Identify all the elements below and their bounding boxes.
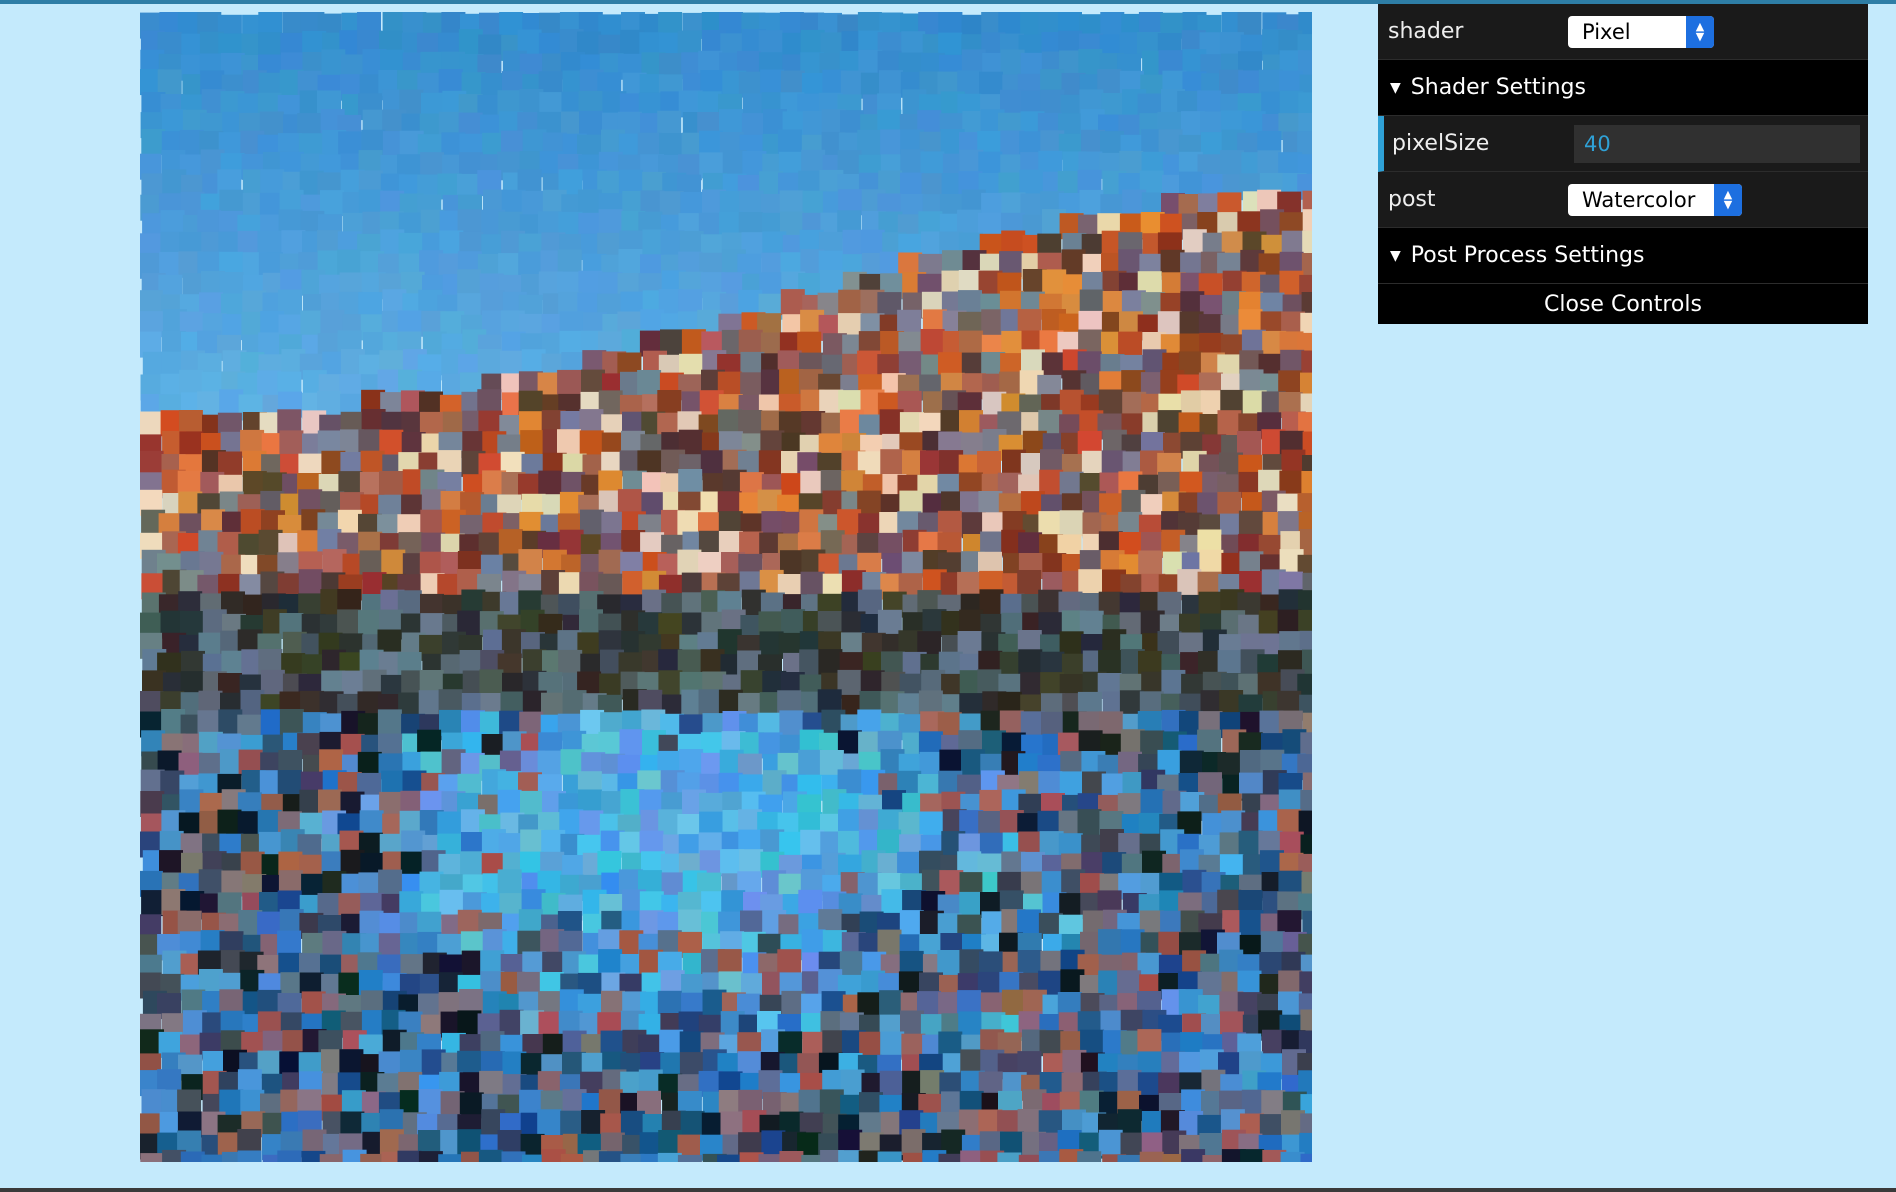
post-select[interactable]: Watercolor ▲ ▼: [1568, 183, 1742, 216]
controls-panel: shader Pixel ▲ ▼ ▼ Shader Settings pixelS…: [1378, 4, 1868, 324]
render-canvas[interactable]: [140, 12, 1312, 1162]
post-process-settings-folder[interactable]: ▼ Post Process Settings: [1378, 228, 1868, 284]
shader-select-value: Pixel: [1582, 19, 1631, 44]
pixelsize-row: pixelSize 40: [1378, 116, 1868, 172]
post-process-settings-title: Post Process Settings: [1410, 243, 1645, 268]
bottom-strip: [0, 1188, 1896, 1192]
triangle-down-icon: ▼: [1390, 247, 1401, 264]
post-label: post: [1388, 187, 1436, 212]
pixelated-image: [140, 12, 1312, 1162]
shader-row: shader Pixel ▲ ▼: [1378, 4, 1868, 60]
triangle-down-icon: ▼: [1390, 79, 1401, 96]
shader-settings-folder[interactable]: ▼ Shader Settings: [1378, 60, 1868, 116]
pixelsize-label: pixelSize: [1392, 131, 1490, 156]
shader-select[interactable]: Pixel ▲ ▼: [1568, 15, 1714, 48]
post-select-value: Watercolor: [1582, 187, 1696, 212]
updown-arrows-icon: ▲ ▼: [1686, 15, 1714, 48]
shader-settings-title: Shader Settings: [1410, 75, 1586, 100]
post-row: post Watercolor ▲ ▼: [1378, 172, 1868, 228]
pixelsize-input[interactable]: 40: [1574, 124, 1860, 163]
shader-label: shader: [1388, 19, 1464, 44]
close-controls-button[interactable]: Close Controls: [1378, 284, 1868, 324]
updown-arrows-icon: ▲ ▼: [1714, 183, 1742, 216]
